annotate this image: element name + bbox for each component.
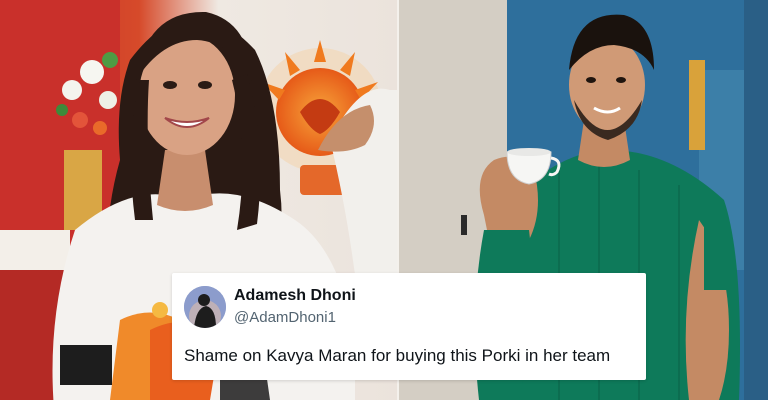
tweet-display-name[interactable]: Adamesh Dhoni bbox=[234, 287, 356, 305]
tweet-text: Shame on Kavya Maran for buying this Por… bbox=[184, 346, 611, 365]
tweet-card[interactable]: Adamesh Dhoni @AdamDhoni1 Shame on Kavya… bbox=[172, 273, 646, 380]
avatar[interactable] bbox=[184, 286, 226, 328]
tweet-handle[interactable]: @AdamDhoni1 bbox=[234, 309, 336, 326]
